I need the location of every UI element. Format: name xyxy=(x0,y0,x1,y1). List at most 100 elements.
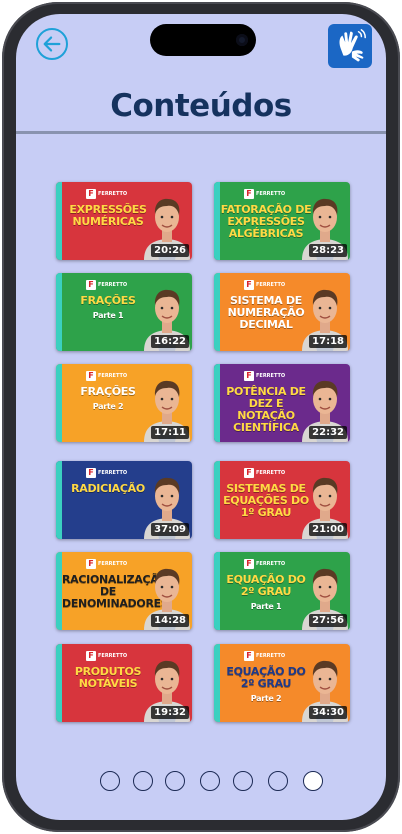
logo-mark-icon: F xyxy=(244,280,254,290)
brand-logo: F FERRETTO xyxy=(244,189,285,199)
logo-mark-icon: F xyxy=(244,559,254,569)
video-title-text: RADICIAÇÃO xyxy=(71,482,145,495)
page-dot[interactable] xyxy=(100,771,120,791)
video-title: RADICIAÇÃO xyxy=(62,483,154,495)
logo-mark-icon: F xyxy=(86,468,96,478)
video-title-text: FRAÇÕES xyxy=(80,294,136,307)
logo-text: FERRETTO xyxy=(98,560,128,567)
video-title-text: FRAÇÕES xyxy=(80,385,136,398)
logo-text: FERRETTO xyxy=(98,652,128,659)
video-duration: 14:28 xyxy=(151,614,189,627)
arrow-left-icon xyxy=(43,36,61,52)
brand-logo: F FERRETTO xyxy=(86,189,127,199)
logo-text: FERRETTO xyxy=(98,469,128,476)
video-title: POTÊNCIA DE DEZ E NOTAÇÃO CIENTÍFICA xyxy=(220,386,312,434)
logo-mark-icon: F xyxy=(244,651,254,661)
logo-text: FERRETTO xyxy=(256,469,286,476)
page-dot[interactable] xyxy=(303,771,323,791)
video-subtitle: Parte 1 xyxy=(250,602,282,611)
brand-logo: F FERRETTO xyxy=(86,651,127,661)
logo-text: FERRETTO xyxy=(256,560,286,567)
title-divider xyxy=(16,131,386,134)
video-duration: 22:32 xyxy=(309,426,347,439)
logo-text: FERRETTO xyxy=(98,190,128,197)
brand-logo: F FERRETTO xyxy=(244,468,285,478)
video-title: FATORAÇÃO DE EXPRESSÕES ALGÉBRICAS xyxy=(220,204,312,240)
video-card[interactable]: F FERRETTO FATORAÇÃO DE EXPRESSÕES ALGÉBRI… xyxy=(214,182,350,260)
video-card[interactable]: F FERRETTO EQUAÇÃO DO 2º GRAU Parte 1 27:56 xyxy=(214,552,350,630)
logo-text: FERRETTO xyxy=(256,281,286,288)
video-title: PRODUTOS NOTÁVEIS xyxy=(62,666,154,690)
video-title-text: SISTEMAS DE EQUAÇÕES DO 1º GRAU xyxy=(223,482,309,519)
video-card[interactable]: F FERRETTO RACIONALIZAÇÃO DE DENOMINADORES… xyxy=(56,552,192,630)
video-duration: 17:18 xyxy=(309,335,347,348)
video-duration: 37:09 xyxy=(151,523,189,536)
video-title: EQUAÇÃO DO 2º GRAU Parte 1 xyxy=(220,574,312,613)
video-card[interactable]: F FERRETTO RADICIAÇÃO 37:09 xyxy=(56,461,192,539)
logo-text: FERRETTO xyxy=(256,652,286,659)
video-card[interactable]: F FERRETTO EXPRESSÕES NUMÉRICAS 20:26 xyxy=(56,182,192,260)
back-button[interactable] xyxy=(36,28,68,60)
brand-logo: F FERRETTO xyxy=(244,280,285,290)
logo-mark-icon: F xyxy=(244,468,254,478)
brand-logo: F FERRETTO xyxy=(86,371,127,381)
logo-mark-icon: F xyxy=(244,371,254,381)
video-card[interactable]: F FERRETTO FRAÇÕES Parte 2 17:11 xyxy=(56,364,192,442)
video-title: RACIONALIZAÇÃO DE DENOMINADORES xyxy=(62,574,169,610)
logo-text: FERRETTO xyxy=(98,372,128,379)
logo-text: FERRETTO xyxy=(98,281,128,288)
brand-logo: F FERRETTO xyxy=(86,280,127,290)
video-title: SISTEMAS DE EQUAÇÕES DO 1º GRAU xyxy=(220,483,312,519)
logo-mark-icon: F xyxy=(86,371,96,381)
video-title: SISTEMA DE NUMERAÇÃO DECIMAL xyxy=(220,295,312,331)
logo-mark-icon: F xyxy=(244,189,254,199)
video-duration: 20:26 xyxy=(151,244,189,257)
video-title-text: EQUAÇÃO DO 2º GRAU xyxy=(226,665,306,690)
video-card[interactable]: F FERRETTO PRODUTOS NOTÁVEIS 19:32 xyxy=(56,644,192,722)
video-duration: 28:23 xyxy=(309,244,347,257)
page-dot[interactable] xyxy=(233,771,253,791)
video-card[interactable]: F FERRETTO FRAÇÕES Parte 1 16:22 xyxy=(56,273,192,351)
app-screen: Conteúdos F FERRETTO EXPRESSÕES NUMÉRICAS 2… xyxy=(16,14,386,820)
video-card[interactable]: F FERRETTO EQUAÇÃO DO 2º GRAU Parte 2 34:30 xyxy=(214,644,350,722)
video-duration: 17:11 xyxy=(151,426,189,439)
video-title-text: POTÊNCIA DE DEZ E NOTAÇÃO CIENTÍFICA xyxy=(226,385,306,434)
camera-icon xyxy=(236,34,248,46)
brand-logo: F FERRETTO xyxy=(244,651,285,661)
video-duration: 21:00 xyxy=(309,523,347,536)
pagination-dots xyxy=(16,771,386,795)
page-dot[interactable] xyxy=(268,771,288,791)
page-dot[interactable] xyxy=(165,771,185,791)
logo-mark-icon: F xyxy=(86,651,96,661)
phone-frame: Conteúdos F FERRETTO EXPRESSÕES NUMÉRICAS 2… xyxy=(2,2,400,832)
dynamic-island xyxy=(150,24,256,56)
brand-logo: F FERRETTO xyxy=(244,559,285,569)
video-title: FRAÇÕES Parte 1 xyxy=(62,295,154,322)
video-card[interactable]: F FERRETTO POTÊNCIA DE DEZ E NOTAÇÃO CIENT… xyxy=(214,364,350,442)
video-title-text: EXPRESSÕES NUMÉRICAS xyxy=(69,203,147,228)
logo-mark-icon: F xyxy=(86,559,96,569)
logo-text: FERRETTO xyxy=(256,372,286,379)
brand-logo: F FERRETTO xyxy=(244,371,285,381)
sign-language-icon xyxy=(339,29,366,62)
logo-mark-icon: F xyxy=(86,280,96,290)
brand-logo: F FERRETTO xyxy=(86,559,127,569)
video-title-text: SISTEMA DE NUMERAÇÃO DECIMAL xyxy=(227,294,305,331)
video-title-text: EQUAÇÃO DO 2º GRAU xyxy=(226,573,306,598)
video-title: EXPRESSÕES NUMÉRICAS xyxy=(62,204,154,228)
logo-text: FERRETTO xyxy=(256,190,286,197)
card-accent-strip xyxy=(56,461,62,539)
page-dot[interactable] xyxy=(133,771,153,791)
libras-accessibility-button[interactable] xyxy=(328,24,372,68)
video-title: EQUAÇÃO DO 2º GRAU Parte 2 xyxy=(220,666,312,705)
logo-mark-icon: F xyxy=(86,189,96,199)
video-duration: 19:32 xyxy=(151,706,189,719)
video-duration: 34:30 xyxy=(309,706,347,719)
brand-logo: F FERRETTO xyxy=(86,468,127,478)
page-dot[interactable] xyxy=(200,771,220,791)
page-title: Conteúdos xyxy=(110,88,292,124)
video-card[interactable]: F FERRETTO SISTEMA DE NUMERAÇÃO DECIMAL 17:… xyxy=(214,273,350,351)
video-title-text: FATORAÇÃO DE EXPRESSÕES ALGÉBRICAS xyxy=(220,203,312,240)
video-subtitle: Parte 1 xyxy=(92,311,124,320)
video-card[interactable]: F FERRETTO SISTEMAS DE EQUAÇÕES DO 1º GRAU… xyxy=(214,461,350,539)
